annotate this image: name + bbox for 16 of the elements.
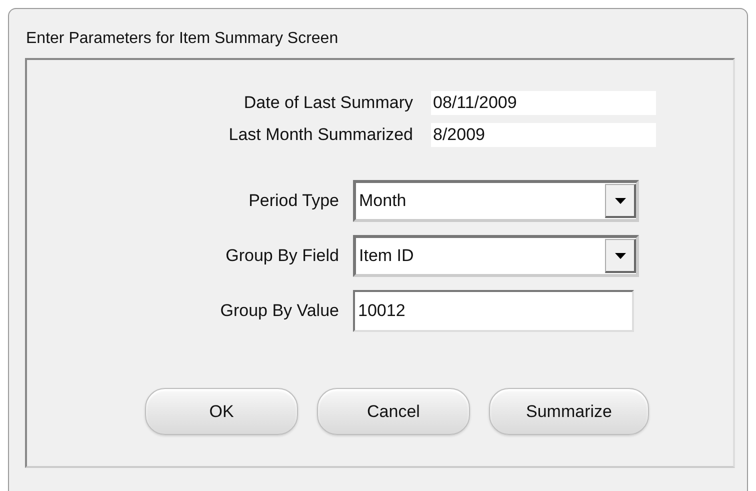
read-only-value: 8/2009 xyxy=(431,123,656,147)
dropdown[interactable]: Item ID xyxy=(353,235,639,277)
field-label: Group By Value xyxy=(219,301,339,321)
field-label: Last Month Summarized xyxy=(228,124,413,146)
window-title: Enter Parameters for Item Summary Screen xyxy=(25,29,338,49)
field-label: Date of Last Summary xyxy=(242,92,413,114)
dialog-button[interactable]: Cancel xyxy=(317,388,470,435)
dropdown-arrow-icon[interactable] xyxy=(614,198,626,204)
dialog-button[interactable]: Summarize xyxy=(489,388,649,435)
dialog-button[interactable]: OK xyxy=(145,388,298,435)
dropdown[interactable]: Month xyxy=(353,180,639,222)
field-label: Period Type xyxy=(248,191,339,211)
read-only-value: 08/11/2009 xyxy=(431,91,656,115)
input-field[interactable]: 10012 xyxy=(353,290,634,332)
field-label: Group By Field xyxy=(224,246,339,266)
dropdown-arrow-icon[interactable] xyxy=(614,252,626,258)
